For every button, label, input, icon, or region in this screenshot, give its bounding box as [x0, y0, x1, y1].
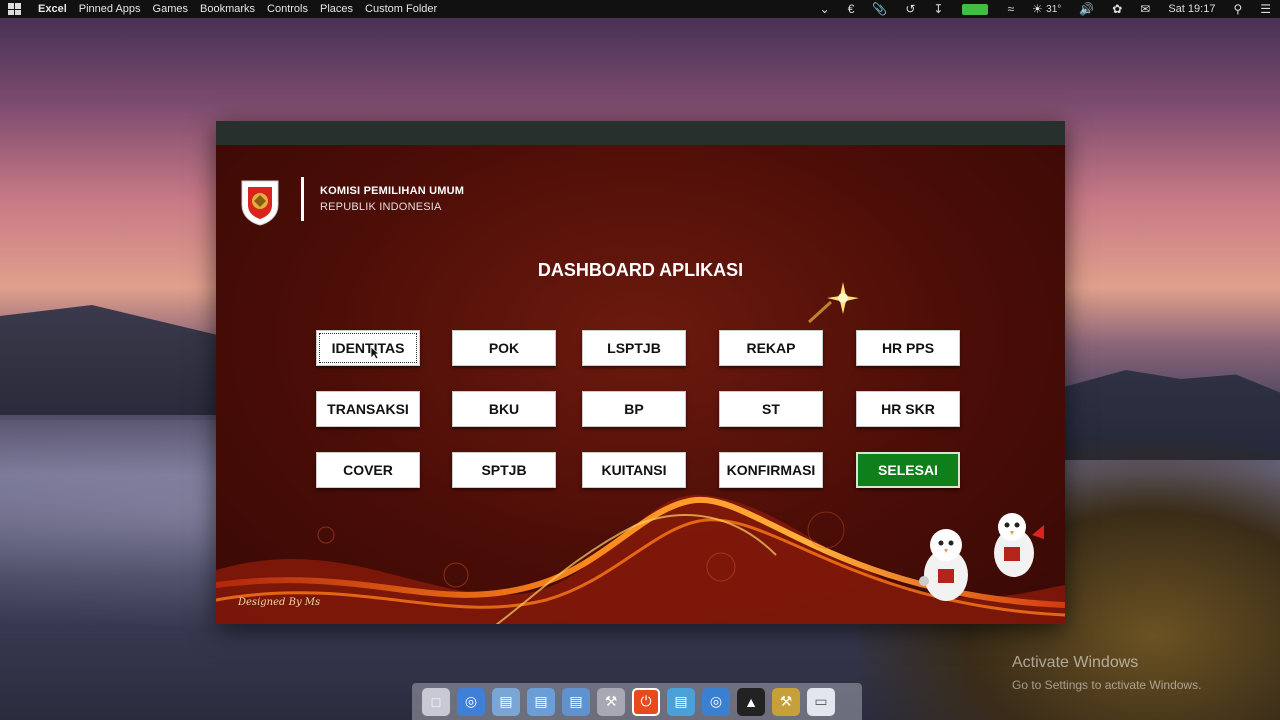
folder-icon[interactable]: ▤: [562, 687, 590, 716]
transaksi-button[interactable]: TRANSAKSI: [316, 391, 420, 427]
menu-places[interactable]: Places: [320, 3, 353, 15]
kpu-logo: [241, 180, 279, 226]
mascot-image: [919, 513, 1044, 601]
organization-country: REPUBLIK INDONESIA: [320, 201, 442, 213]
menu-bookmarks[interactable]: Bookmarks: [200, 3, 255, 15]
st-button[interactable]: ST: [719, 391, 823, 427]
search-icon[interactable]: ⚲: [1233, 2, 1242, 16]
weather-icon[interactable]: ☀ 31°: [1032, 2, 1061, 16]
cover-button[interactable]: COVER: [316, 452, 420, 488]
status-area: ⌄ € 📎 ↺ ↧ ≈ ☀ 31° 🔊 ✿ ✉ Sat 19:17 ⚲ ☰: [811, 0, 1280, 18]
network-icon[interactable]: ▤: [667, 687, 695, 716]
hr-skr-button[interactable]: HR SKR: [856, 391, 960, 427]
mail-icon[interactable]: ✉: [1140, 2, 1150, 16]
tools-icon[interactable]: ⚒: [597, 687, 625, 716]
menu-games[interactable]: Games: [153, 3, 188, 15]
globe-icon[interactable]: ◎: [457, 687, 485, 716]
dock: □ ◎ ▤ ▤ ▤ ⚒ ⏻ ▤ ◎ ▲ ⚒ ▭: [412, 683, 862, 720]
menu-app-name[interactable]: Excel: [38, 3, 67, 15]
bku-button[interactable]: BKU: [452, 391, 556, 427]
wallpaper-mountain: [0, 305, 230, 415]
window-titlebar[interactable]: [216, 121, 1065, 145]
hr-pps-button[interactable]: HR PPS: [856, 330, 960, 366]
activate-windows-subtitle: Go to Settings to activate Windows.: [1012, 678, 1202, 692]
paperclip-icon[interactable]: 📎: [872, 2, 887, 16]
trash-icon[interactable]: ▭: [807, 687, 835, 716]
dashboard-panel: KOMISI PEMILIHAN UMUM REPUBLIK INDONESIA…: [216, 145, 1065, 624]
top-menu-bar: Excel Pinned Apps Games Bookmarks Contro…: [0, 0, 1280, 18]
pok-button[interactable]: POK: [452, 330, 556, 366]
currency-icon[interactable]: €: [848, 2, 855, 16]
selesai-button[interactable]: SELESAI: [856, 452, 960, 488]
designer-credit: Designed By Ms: [238, 597, 321, 608]
activate-windows-title: Activate Windows: [1012, 654, 1139, 671]
menu-pinned-apps[interactable]: Pinned Apps: [79, 3, 141, 15]
mouse-cursor-icon: [370, 346, 380, 360]
bp-button[interactable]: BP: [582, 391, 686, 427]
header-divider: [301, 177, 304, 221]
shirt-icon[interactable]: ▲: [737, 687, 765, 716]
rekap-button[interactable]: REKAP: [719, 330, 823, 366]
leaf-icon[interactable]: ✿: [1112, 2, 1122, 16]
clock[interactable]: Sat 19:17: [1168, 3, 1215, 15]
temperature-label: 31°: [1046, 3, 1062, 15]
globe-icon[interactable]: ◎: [702, 687, 730, 716]
dashboard-window: KOMISI PEMILIHAN UMUM REPUBLIK INDONESIA…: [216, 121, 1065, 624]
organization-name: KOMISI PEMILIHAN UMUM: [320, 185, 465, 197]
power-icon[interactable]: ⏻: [632, 687, 660, 716]
windows-start-icon[interactable]: [8, 3, 22, 15]
utilities-icon[interactable]: ⚒: [772, 687, 800, 716]
lsptjb-button[interactable]: LSPTJB: [582, 330, 686, 366]
sparkle-icon: [807, 282, 859, 324]
wifi-icon[interactable]: ≈: [1007, 2, 1014, 16]
folder-icon[interactable]: ▤: [492, 687, 520, 716]
finder-icon[interactable]: □: [422, 687, 450, 716]
volume-icon[interactable]: 🔊: [1079, 2, 1094, 16]
history-icon[interactable]: ↺: [905, 2, 915, 16]
identitas-button[interactable]: IDENTITAS: [316, 330, 420, 366]
download-icon[interactable]: ↧: [933, 2, 943, 16]
konfirmasi-button[interactable]: KONFIRMASI: [719, 452, 823, 488]
sptjb-button[interactable]: SPTJB: [452, 452, 556, 488]
menu-custom-folder[interactable]: Custom Folder: [365, 3, 437, 15]
kuitansi-button[interactable]: KUITANSI: [582, 452, 686, 488]
page-title: DASHBOARD APLIKASI: [537, 260, 744, 280]
chevron-down-icon[interactable]: ⌄: [820, 2, 830, 16]
battery-icon[interactable]: [962, 3, 989, 15]
folder-icon[interactable]: ▤: [527, 687, 555, 716]
menu-list-icon[interactable]: ☰: [1260, 2, 1271, 16]
menu-controls[interactable]: Controls: [267, 3, 308, 15]
